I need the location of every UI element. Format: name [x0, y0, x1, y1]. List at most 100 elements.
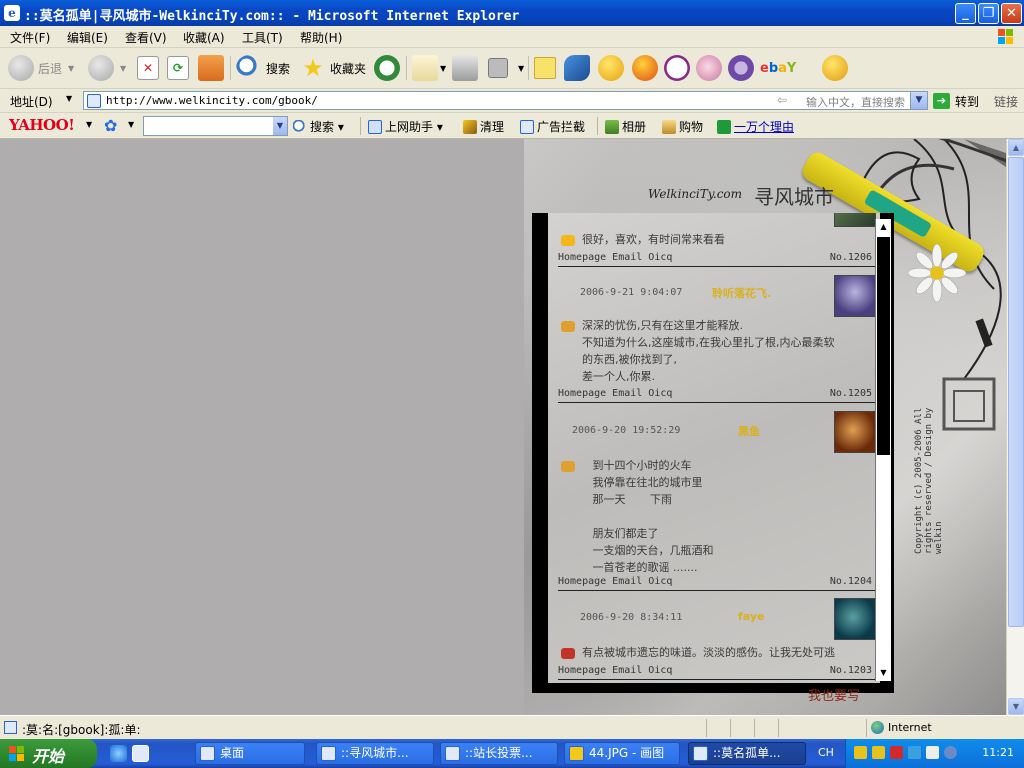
clean-button[interactable]: 清理	[463, 118, 504, 135]
refresh-button[interactable]: ⟳	[167, 54, 189, 82]
scroll-down-button[interactable]: ▼	[1008, 698, 1024, 715]
gear-button[interactable]	[728, 54, 754, 82]
browser-scroll-thumb[interactable]	[1008, 157, 1024, 627]
scroll-up-icon[interactable]: ▲	[876, 219, 891, 235]
write-message-button[interactable]: 我也要写	[808, 685, 860, 704]
go-arrow-icon[interactable]: ➔	[933, 93, 950, 109]
entry-links[interactable]: Homepage Email Oicq	[558, 252, 672, 263]
browser-scrollbar[interactable]: ▲ ▼	[1006, 139, 1024, 715]
notes-button[interactable]	[534, 54, 556, 82]
address-label-dropdown-icon[interactable]: ▼	[66, 94, 72, 103]
search-button[interactable]: 搜索	[236, 54, 290, 82]
menu-tools[interactable]: 工具(T)	[242, 29, 283, 46]
tray-app-icon[interactable]	[908, 746, 921, 759]
guestbook-frame: WelkinciTy.com 寻风城市 Copyright (c) 2005-2…	[524, 139, 1006, 715]
close-button[interactable]: ✕	[1001, 3, 1022, 24]
ie-icon: e	[4, 5, 20, 21]
entry-links[interactable]: Homepage Email Oicq	[558, 576, 672, 587]
task-paint[interactable]: 44.JPG - 画图	[564, 742, 680, 765]
assistant-button[interactable]: 上网助手 ▾	[368, 118, 443, 135]
mail-button[interactable]: ▼	[412, 54, 446, 82]
tray-app-icon[interactable]	[890, 746, 903, 759]
album-button[interactable]: 相册	[605, 118, 646, 135]
scroll-thumb[interactable]	[877, 237, 890, 455]
winking-face-button[interactable]	[822, 54, 848, 82]
zone-label: Internet	[888, 721, 932, 734]
entry-number: No.1204	[829, 576, 872, 587]
address-dropdown-icon[interactable]: ▼	[910, 92, 927, 109]
volume-icon[interactable]	[926, 746, 939, 759]
yahoo-logo[interactable]: YAHOO!	[9, 116, 75, 134]
entry-links[interactable]: Homepage Email Oicq	[558, 665, 672, 676]
task-welkincity[interactable]: ::寻风城市...	[316, 742, 434, 765]
address-input[interactable]: http://www.welkincity.com/gbook/ ⇦ 输入中文，…	[83, 91, 928, 110]
forward-dropdown-icon[interactable]: ▼	[120, 64, 126, 73]
start-button[interactable]: 开始	[0, 739, 97, 768]
menu-help[interactable]: 帮助(H)	[300, 29, 342, 46]
flower-dropdown-icon[interactable]: ▼	[128, 120, 134, 129]
history-button[interactable]	[374, 54, 400, 82]
messenger-button[interactable]	[564, 54, 590, 82]
guestbook-entry: 2006-9-20 8:34:11 faye 有点被城市遗忘的味道。淡淡的感伤。…	[548, 594, 880, 683]
guestbook-list[interactable]: 很好，喜欢，有时间常来看看 Homepage Email Oicq No.120…	[548, 213, 880, 683]
task-vote[interactable]: ::站长投票...	[440, 742, 558, 765]
address-label: 地址(D)	[10, 95, 53, 109]
sticky-note-icon	[534, 57, 556, 79]
search-magnifier-icon	[236, 55, 262, 81]
minimize-button[interactable]: _	[955, 3, 976, 24]
compass-button[interactable]	[664, 54, 690, 82]
standard-toolbar: 后退 ▼ ▼ ✕ ⟳ 搜索 ★ 收藏夹 ▼ ▼ ebaY	[0, 48, 1024, 89]
task-current-page[interactable]: ::莫名孤单...	[688, 742, 806, 765]
forward-button[interactable]: ▼	[88, 54, 126, 82]
status-text: :莫:名:[gbook]:孤:单:	[22, 723, 141, 737]
scroll-up-button[interactable]: ▲	[1008, 139, 1024, 156]
guestbook-scrollbar[interactable]: ▲ ▼	[875, 219, 891, 681]
links-button[interactable]: 链接	[994, 93, 1018, 110]
pig-button[interactable]	[696, 54, 722, 82]
forward-arrow-icon	[88, 55, 114, 81]
tray-app-icon[interactable]	[854, 746, 867, 759]
ebay-button[interactable]: ebaY	[760, 54, 796, 82]
quicklaunch-ie-icon[interactable]	[110, 745, 127, 762]
title-bar[interactable]: e ::莫名孤单|寻风城市-WelkinciTy.com:: - Microso…	[0, 0, 1024, 26]
menu-view[interactable]: 查看(V)	[125, 29, 167, 46]
globe-icon	[871, 721, 884, 734]
flower-icon[interactable]: ✿	[104, 116, 117, 135]
quicklaunch-browser-icon[interactable]	[132, 745, 149, 762]
back-button[interactable]: 后退 ▼	[8, 54, 74, 82]
mail-dropdown-icon[interactable]: ▼	[440, 64, 446, 73]
restore-button[interactable]: ❐	[978, 3, 999, 24]
scroll-down-icon[interactable]: ▼	[876, 665, 891, 681]
menu-favorites[interactable]: 收藏(A)	[183, 29, 225, 46]
emoticon-button[interactable]	[632, 54, 658, 82]
qq-face-button[interactable]	[598, 54, 624, 82]
history-icon	[374, 55, 400, 81]
home-button[interactable]	[198, 54, 224, 82]
security-zone[interactable]: Internet	[866, 719, 1024, 737]
site-brand: WelkinciTy.com	[648, 187, 743, 201]
clock: 11:21	[982, 746, 1014, 759]
favorites-button[interactable]: ★ 收藏夹	[300, 54, 366, 82]
menu-edit[interactable]: 编辑(E)	[67, 29, 108, 46]
edit-button[interactable]: ▼	[488, 54, 524, 82]
entry-message: 深深的忧伤,只有在这里才能释放. 不知道为什么,这座城市,在我心里扎了根,内心最…	[582, 319, 835, 383]
task-desktop[interactable]: 桌面	[195, 742, 305, 765]
back-dropdown-icon[interactable]: ▼	[68, 64, 74, 73]
yahoo-search-input[interactable]: ▼	[143, 116, 288, 136]
edit-dropdown-icon[interactable]: ▼	[518, 64, 524, 73]
yahoo-search-dropdown-icon[interactable]: ▼	[273, 117, 287, 135]
adblock-button[interactable]: 广告拦截	[520, 118, 585, 135]
shop-button[interactable]: 购物	[662, 118, 703, 135]
network-icon[interactable]	[944, 746, 957, 759]
menu-file[interactable]: 文件(F)	[10, 29, 50, 46]
laughing-face-icon	[632, 55, 658, 81]
yahoo-menu-dropdown-icon[interactable]: ▼	[86, 120, 92, 129]
reason-link[interactable]: 一万个理由	[717, 118, 794, 135]
stop-button[interactable]: ✕	[137, 54, 159, 82]
entry-links[interactable]: Homepage Email Oicq	[558, 388, 672, 399]
yahoo-search-button[interactable]: 搜索 ▾	[293, 118, 344, 135]
language-indicator[interactable]: CH	[818, 746, 834, 759]
tray-app-icon[interactable]	[872, 746, 885, 759]
go-button[interactable]: 转到	[955, 93, 979, 110]
print-button[interactable]	[452, 54, 478, 82]
